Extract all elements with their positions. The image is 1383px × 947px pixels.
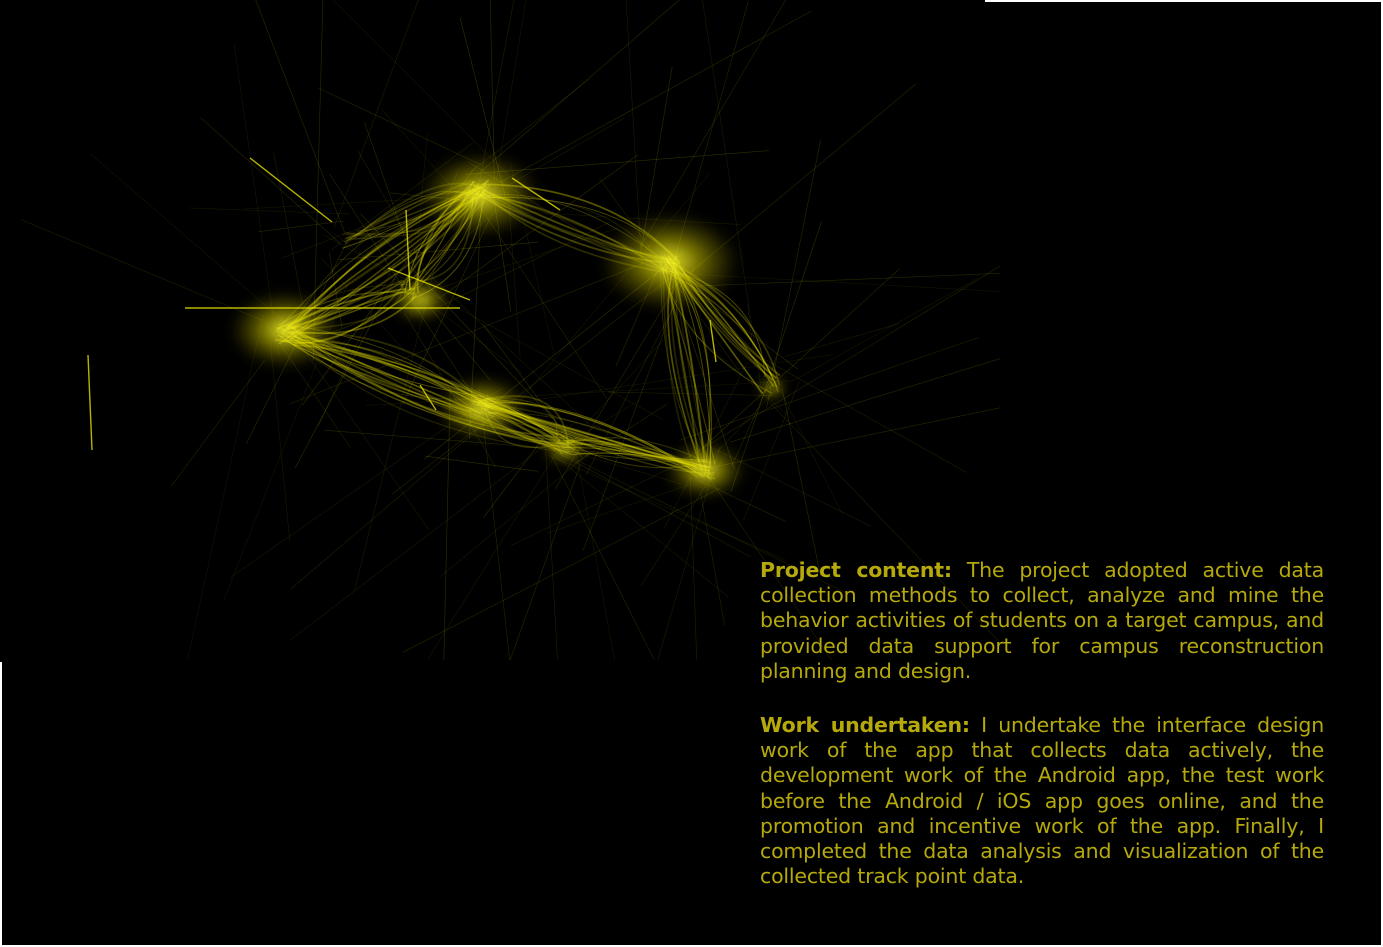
- trace-line: [436, 222, 609, 309]
- trace-hotspot: [390, 279, 450, 321]
- trace-hotspot: [665, 442, 745, 498]
- trace-line: [700, 492, 725, 626]
- trace-line: [781, 388, 821, 576]
- trace-line: [188, 207, 349, 215]
- trace-line: [474, 0, 680, 178]
- trace-hotspot: [600, 213, 740, 311]
- trace-line: [317, 87, 481, 165]
- trace-line: [608, 391, 773, 396]
- trace-line: [756, 354, 967, 473]
- trace-line: [489, 0, 495, 181]
- trace-streak: [87, 354, 93, 451]
- trace-line: [270, 342, 291, 542]
- work-undertaken-text: I undertake the interface design work of…: [760, 713, 1324, 889]
- trace-line: [692, 273, 1000, 292]
- trace-hotspot: [543, 432, 587, 464]
- trace-line: [426, 432, 570, 660]
- trace-line: [509, 465, 581, 660]
- left-margin: [0, 662, 2, 947]
- trace-hotspot: [230, 291, 340, 369]
- project-description: Project content: The project adopted act…: [760, 558, 1324, 918]
- trace-line: [294, 335, 429, 530]
- trace-line: [21, 219, 263, 321]
- trace-line: [791, 278, 978, 382]
- trace-line: [244, 196, 451, 210]
- trace-line: [699, 407, 1000, 471]
- trace-line: [679, 337, 979, 441]
- trace-line: [439, 450, 593, 578]
- trace-line: [690, 476, 698, 660]
- trace-line: [785, 323, 900, 357]
- work-undertaken-paragraph: Work undertaken: I undertake the interfa…: [760, 713, 1324, 889]
- work-undertaken-label: Work undertaken:: [760, 713, 970, 738]
- project-content-label: Project content:: [760, 558, 952, 582]
- trace-line: [171, 360, 265, 487]
- trace-line: [499, 10, 812, 184]
- trace-line: [771, 373, 843, 515]
- trace-line: [255, 0, 346, 234]
- trace-hotspot: [758, 378, 786, 398]
- trace-line: [90, 153, 285, 323]
- trace-line: [482, 437, 544, 519]
- top-right-margin: [985, 0, 1383, 2]
- project-content-paragraph: Project content: The project adopted act…: [760, 558, 1324, 684]
- trace-hotspot: [420, 153, 540, 237]
- trace-line: [289, 422, 575, 641]
- trace-line: [403, 487, 721, 653]
- trace-line: [187, 314, 264, 660]
- trace-line: [258, 220, 344, 232]
- trace-line: [702, 268, 900, 448]
- trace-line: [639, 0, 786, 248]
- trace-hotspot: [437, 376, 527, 440]
- trace-line: [547, 484, 690, 534]
- trace-line: [545, 444, 558, 660]
